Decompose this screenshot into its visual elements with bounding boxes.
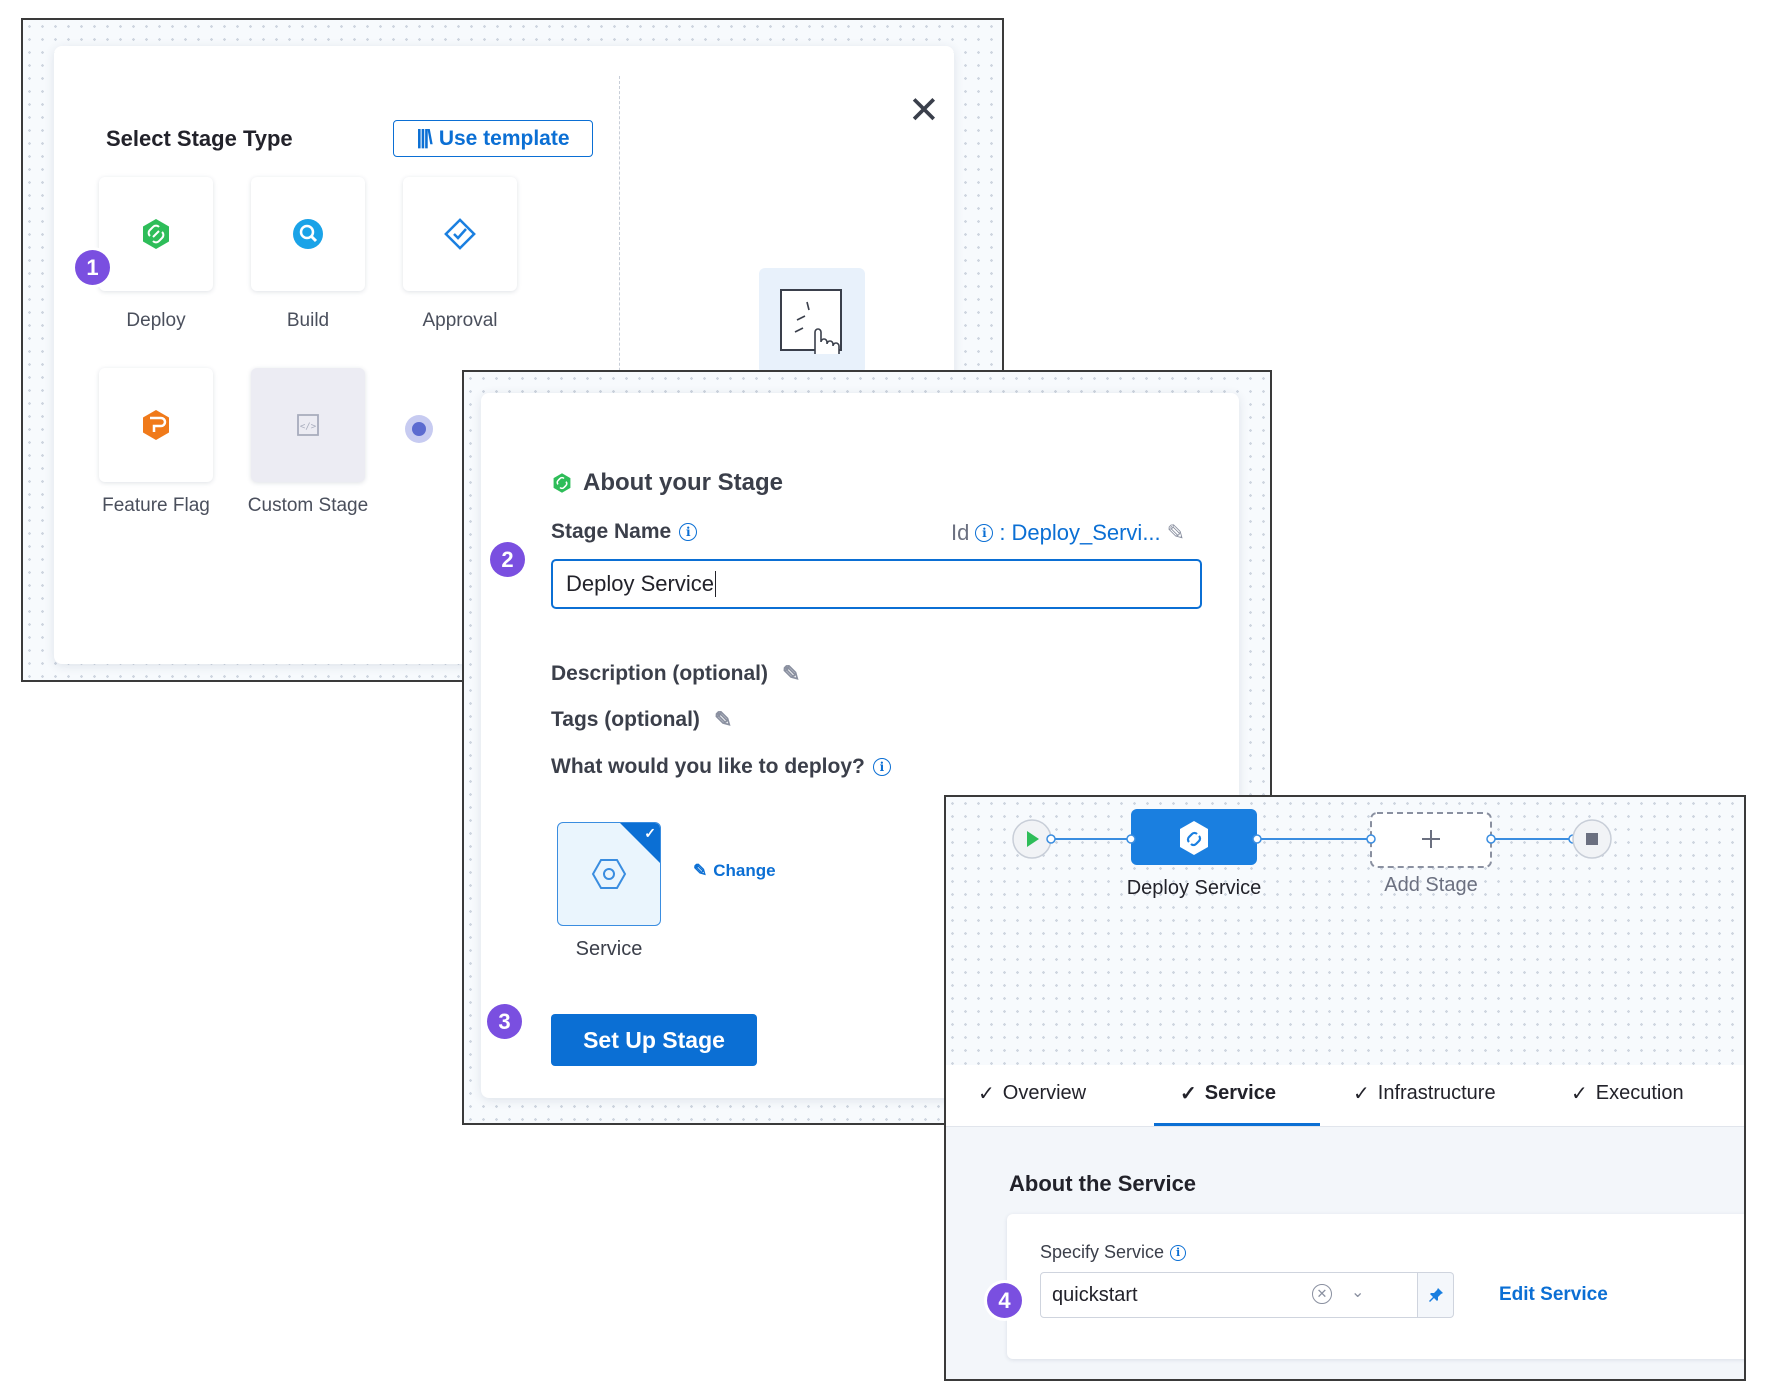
set-up-stage-button[interactable]: Set Up Stage: [551, 1014, 757, 1066]
id-separator: :: [999, 520, 1006, 545]
stage-tile-deploy[interactable]: [99, 177, 213, 291]
edit-description-pencil-icon[interactable]: ✎: [782, 661, 800, 687]
stage-tile-label-feature-flag: Feature Flag: [102, 495, 210, 516]
stage-name-input[interactable]: Deploy Service: [551, 559, 1202, 609]
step-badge-2: 2: [490, 542, 525, 577]
info-icon[interactable]: i: [872, 758, 891, 776]
stage-tile-feature-flag[interactable]: [99, 368, 213, 482]
stage-name-value: Deploy Service: [566, 571, 714, 596]
stage-tile-label-build: Build: [286, 310, 330, 331]
use-template-button[interactable]: |||\ Use template: [393, 120, 593, 157]
pin-button[interactable]: [1418, 1272, 1454, 1318]
about-stage-title: About your Stage: [583, 469, 784, 496]
description-field[interactable]: Description (optional) ✎: [551, 661, 800, 687]
step-badge-4: 4: [987, 1283, 1022, 1318]
checkmark-icon: ✓: [978, 1083, 995, 1105]
deploy-icon: [553, 473, 571, 493]
pipeline-graph: [1012, 809, 1612, 868]
deploy-stage-label: Deploy Service: [1126, 877, 1262, 899]
pipeline-canvas: Deploy Service Add Stage: [946, 797, 1744, 1065]
stage-details: ✓ Overview ✓ Service ✓ Infrastructure ✓ …: [946, 1065, 1744, 1379]
port-dot: [1366, 834, 1376, 844]
clear-icon[interactable]: ✕: [1312, 1284, 1332, 1304]
tab-infrastructure[interactable]: ✓ Infrastructure: [1353, 1081, 1496, 1106]
deploy-question: What would you like to deploy? i: [551, 755, 891, 779]
build-icon: [293, 219, 323, 249]
text-caret: [714, 571, 717, 597]
template-library-icon: |||\: [416, 127, 432, 149]
stage-tile-label-deploy: Deploy: [126, 310, 186, 331]
custom-stage-icon: </>: [297, 414, 319, 436]
tags-field[interactable]: Tags (optional) ✎: [551, 707, 732, 733]
feature-flag-icon: [143, 410, 169, 440]
add-stage-label: Add Stage: [1384, 874, 1478, 896]
svg-text:</>: </>: [300, 422, 317, 432]
port-dot: [1046, 834, 1056, 844]
stage-name-label: Stage Name i: [551, 520, 698, 544]
change-pencil-icon: ✎: [693, 861, 708, 880]
chevron-down-icon[interactable]: ⌄: [1351, 1282, 1364, 1302]
pin-icon: [1428, 1288, 1443, 1302]
tab-service-label: Service: [1204, 1082, 1276, 1104]
id-label: Id: [951, 520, 970, 545]
step-badge-1: 1: [75, 250, 110, 285]
stage-tile-approval[interactable]: [403, 177, 517, 291]
deploy-icon: [143, 219, 169, 249]
stage-id-line: Id i : Deploy_Servi... ✎: [951, 520, 1185, 546]
use-template-label: Use template: [438, 126, 570, 150]
custom-stage-indicator: [405, 415, 433, 443]
stage-tile-label-custom: Custom Stage: [247, 495, 369, 516]
change-label: Change: [713, 861, 776, 880]
port-dot: [1486, 834, 1496, 844]
specify-service-label-text: Specify Service: [1040, 1242, 1165, 1262]
info-icon[interactable]: i: [975, 524, 994, 542]
approval-icon: [444, 218, 476, 250]
checkmark-icon: ✓: [1353, 1083, 1370, 1105]
tab-overview-label: Overview: [1002, 1082, 1087, 1104]
service-select-value: quickstart: [1052, 1283, 1138, 1306]
pointer-hand-icon: [780, 289, 842, 354]
panel-divider: [619, 76, 620, 406]
tags-label: Tags (optional): [551, 708, 700, 731]
step-badge-3: 3: [487, 1004, 522, 1039]
stage-tile-label-approval: Approval: [422, 310, 498, 331]
id-value: Deploy_Servi...: [1011, 520, 1161, 545]
tab-infrastructure-label: Infrastructure: [1377, 1082, 1496, 1104]
select-stage-title: Select Stage Type: [106, 126, 293, 151]
tab-overview[interactable]: ✓ Overview: [978, 1081, 1086, 1106]
tab-service[interactable]: ✓ Service: [1180, 1081, 1276, 1106]
stage-tabs: ✓ Overview ✓ Service ✓ Infrastructure ✓ …: [946, 1065, 1744, 1127]
service-type-tile[interactable]: ✓: [557, 822, 661, 926]
service-tile-label: Service: [575, 938, 643, 960]
info-icon[interactable]: i: [679, 523, 698, 541]
change-link[interactable]: ✎ Change: [693, 861, 776, 881]
edit-id-pencil-icon[interactable]: ✎: [1167, 520, 1185, 546]
info-icon[interactable]: i: [1170, 1244, 1187, 1261]
specify-service-label: Specify Service i: [1040, 1242, 1187, 1263]
checkmark-icon: ✓: [644, 825, 656, 841]
close-icon[interactable]: ✕: [908, 92, 940, 130]
checkmark-icon: ✓: [1571, 1083, 1588, 1105]
service-card: Specify Service i quickstart ✕ ⌄ Edit Se…: [1007, 1214, 1744, 1359]
checkmark-icon: ✓: [1180, 1083, 1197, 1105]
description-label: Description (optional): [551, 662, 768, 685]
click-illustration: [759, 268, 865, 374]
stage-tile-custom[interactable]: </>: [251, 368, 365, 482]
stage-tile-build[interactable]: [251, 177, 365, 291]
pipeline-studio-panel: Deploy Service Add Stage ✓ Overview ✓ Se…: [944, 795, 1746, 1381]
port-dot: [1252, 834, 1262, 844]
port-dot: [1126, 834, 1136, 844]
deploy-question-text: What would you like to deploy?: [551, 755, 865, 778]
about-service-title: About the Service: [1009, 1171, 1197, 1196]
edit-tags-pencil-icon[interactable]: ✎: [714, 707, 732, 733]
about-stage-heading: About your Stage: [551, 469, 783, 497]
stage-name-label-text: Stage Name: [551, 520, 672, 543]
active-tab-indicator: [1154, 1123, 1320, 1126]
stop-icon: [1586, 833, 1598, 845]
edit-service-link[interactable]: Edit Service: [1499, 1284, 1608, 1306]
tab-execution-label: Execution: [1595, 1082, 1684, 1104]
tab-execution[interactable]: ✓ Execution: [1571, 1081, 1684, 1106]
